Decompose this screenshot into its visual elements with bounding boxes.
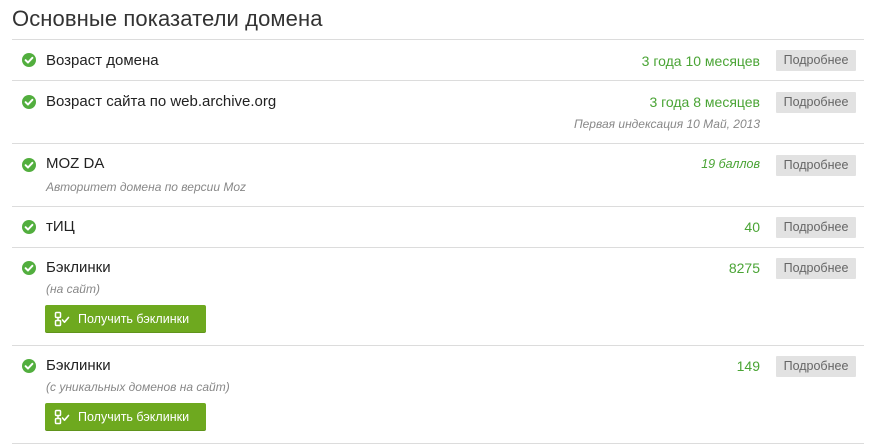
metric-sublabel: Авторитет домена по версии Moz xyxy=(46,180,247,194)
check-circle-icon xyxy=(22,158,36,172)
metric-row-archive-age: Возраст сайта по web.archive.org 3 года … xyxy=(12,81,864,144)
metric-row-backlinks: Бэклинки (на сайт) 8275 Подробнее Получи… xyxy=(12,248,864,346)
metric-sublabel: (на сайт) xyxy=(46,282,100,296)
metric-value: 3 года 10 месяцев xyxy=(641,53,760,69)
page-title: Основные показатели домена xyxy=(12,6,323,31)
link-check-icon xyxy=(54,311,70,327)
metric-value: 3 года 8 месяцев xyxy=(649,94,760,110)
check-circle-icon xyxy=(22,261,36,275)
metric-label: Возраст домена xyxy=(46,52,159,69)
details-button[interactable]: Подробнее xyxy=(776,155,856,176)
metric-row-domain-age: Возраст домена 3 года 10 месяцев Подробн… xyxy=(12,40,864,81)
domain-metrics-panel: Основные показатели домена Возраст домен… xyxy=(0,0,879,448)
metric-value: 149 xyxy=(736,358,760,374)
check-circle-icon xyxy=(22,220,36,234)
get-backlinks-button[interactable]: Получить бэклинки xyxy=(45,305,206,333)
metric-value: 19 баллов xyxy=(701,157,760,171)
details-button[interactable]: Подробнее xyxy=(776,50,856,71)
details-button[interactable]: Подробнее xyxy=(776,92,856,113)
metric-row-moz-da: MOZ DA Авторитет домена по версии Moz 19… xyxy=(12,144,864,207)
metric-label: Возраст сайта по web.archive.org xyxy=(46,93,277,110)
get-backlinks-label: Получить бэклинки xyxy=(78,410,190,424)
check-circle-icon xyxy=(22,53,36,67)
details-button[interactable]: Подробнее xyxy=(776,217,856,238)
metrics-list: Возраст домена 3 года 10 месяцев Подробн… xyxy=(12,39,864,444)
metric-value: 40 xyxy=(744,219,760,235)
first-index-note: Первая индексация 10 Май, 2013 xyxy=(573,117,760,131)
metric-sublabel: (с уникальных доменов на сайт) xyxy=(46,380,230,394)
check-circle-icon xyxy=(22,359,36,373)
link-check-icon xyxy=(54,409,70,425)
metric-label: Бэклинки xyxy=(46,259,111,276)
details-button[interactable]: Подробнее xyxy=(776,258,856,279)
check-circle-icon xyxy=(22,95,36,109)
metric-label: MOZ DA xyxy=(46,155,105,172)
metric-label: тИЦ xyxy=(46,218,75,235)
details-button[interactable]: Подробнее xyxy=(776,356,856,377)
metric-value: 8275 xyxy=(728,260,760,276)
metric-row-tic: тИЦ 40 Подробнее xyxy=(12,207,864,248)
get-backlinks-label: Получить бэклинки xyxy=(78,312,190,326)
metric-label: Бэклинки xyxy=(46,357,111,374)
metric-row-unique-backlinks: Бэклинки (с уникальных доменов на сайт) … xyxy=(12,346,864,444)
get-backlinks-button[interactable]: Получить бэклинки xyxy=(45,403,206,431)
